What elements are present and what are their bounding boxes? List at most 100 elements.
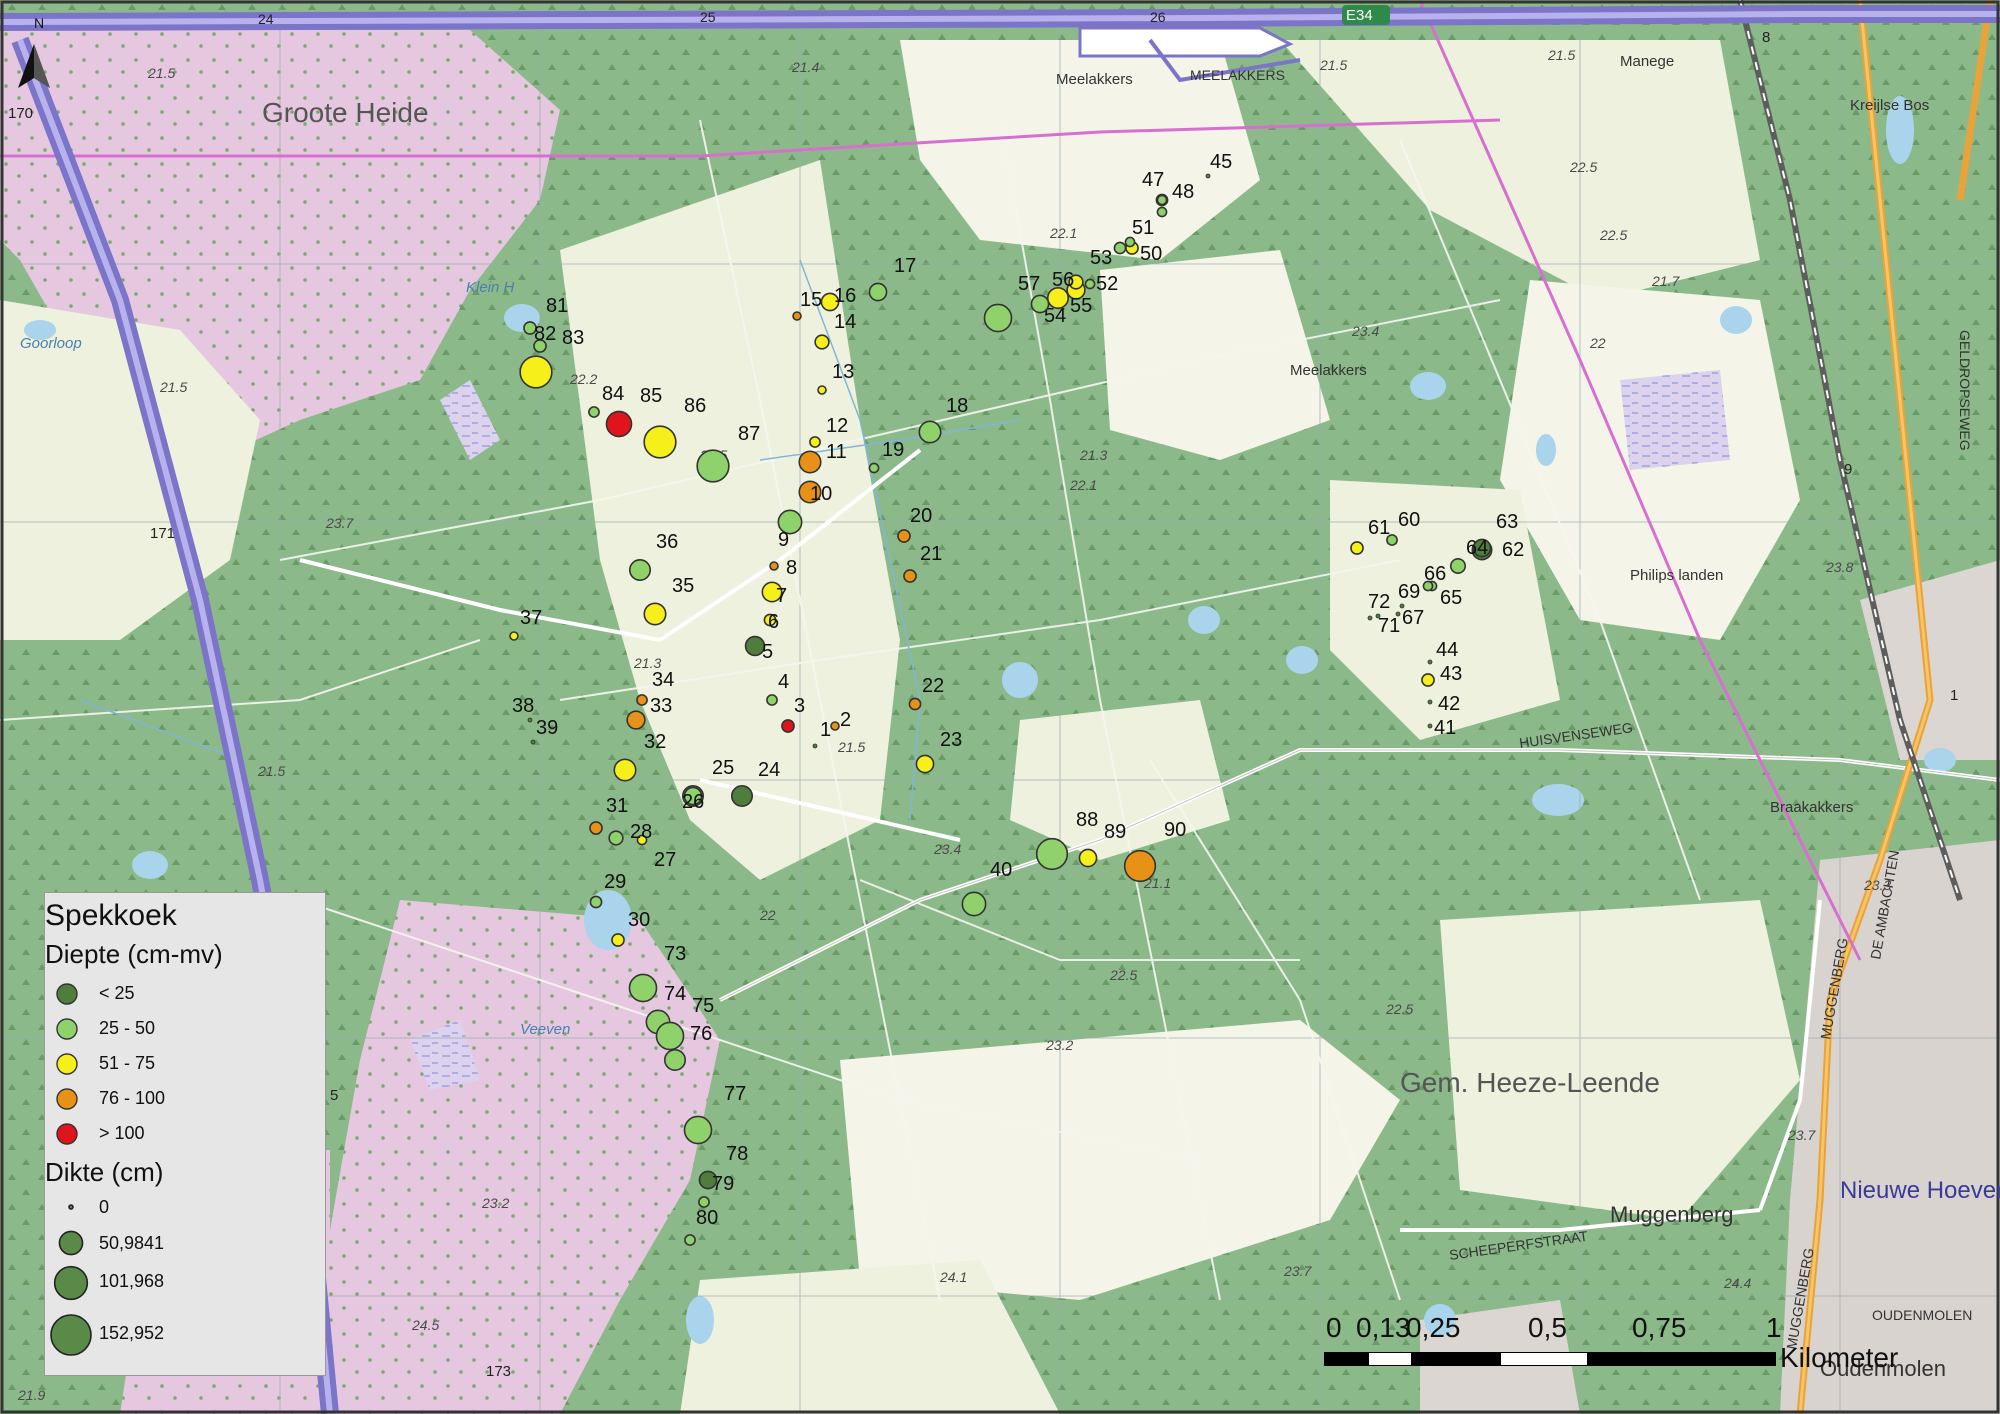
legend-depth-swatch-1: [56, 983, 78, 1005]
place-label-2: MEELAKKERS: [1190, 67, 1285, 83]
place-label-8: Philips landen: [1630, 567, 1723, 584]
elevation-label: 21.5: [159, 379, 187, 395]
sample-point-29: [589, 895, 603, 909]
elevation-label: 21.9: [17, 1387, 45, 1403]
sample-point-17: [868, 282, 888, 302]
sample-label-24: 24: [758, 759, 780, 781]
sample-point-38: [527, 717, 533, 723]
place-label-0: Groote Heide: [262, 97, 429, 128]
legend-depth-label-4: 76 - 100: [99, 1088, 166, 1108]
sample-point-11: [798, 450, 822, 474]
elevation-label: 22.5: [1599, 227, 1627, 243]
scale-unit: Kilometer: [1780, 1342, 1899, 1373]
elevation-label: 21.5: [147, 65, 175, 81]
legend-size-label-2: 50,9841: [99, 1233, 165, 1253]
elevation-label: 23.4: [933, 841, 961, 857]
sample-point-61: [1350, 541, 1364, 555]
road-number-label: 8: [1762, 29, 1770, 46]
sample-point-83: [519, 355, 553, 389]
sample-point-20: [897, 529, 911, 543]
sample-point-75: [655, 1021, 685, 1051]
sample-label-77: 77: [724, 1083, 746, 1105]
scale-segment-3: [1412, 1352, 1500, 1366]
sample-label-12: 12: [826, 415, 848, 437]
sample-point-22: [908, 697, 922, 711]
legend-depth-swatch-5: [56, 1123, 78, 1145]
sample-point-8: [769, 561, 779, 571]
sample-point-32: [613, 758, 637, 782]
sample-point-30: [611, 933, 625, 947]
sample-label-62: 62: [1502, 539, 1524, 561]
water-pond-10: [1188, 606, 1220, 634]
sample-label-52: 52: [1096, 273, 1118, 295]
rest-area: [1078, 26, 1294, 58]
road-number-label: 171: [150, 525, 175, 542]
sample-point-4: [766, 694, 778, 706]
elevation-label: 21.4: [791, 59, 819, 75]
elevation-label: 23.2: [1045, 1037, 1073, 1053]
scale-tick-3: 0,5: [1528, 1312, 1567, 1343]
sample-label-10: 10: [810, 483, 832, 505]
sample-point-53: [1113, 241, 1127, 255]
road-number-label: 173: [486, 1363, 511, 1380]
elevation-label: 22: [1589, 335, 1606, 351]
sample-label-39: 39: [536, 717, 558, 739]
sample-label-8: 8: [786, 557, 797, 579]
place-label-23: 24: [258, 11, 274, 27]
sample-label-83: 83: [562, 327, 584, 349]
elevation-label: 21.5: [1319, 57, 1347, 73]
elevation-label: 23.4: [1351, 323, 1379, 339]
sample-label-47: 47: [1142, 169, 1164, 191]
sample-label-84: 84: [602, 383, 624, 405]
sample-label-20: 20: [910, 505, 932, 527]
place-label-11: Veeven: [520, 1021, 570, 1038]
sample-label-78: 78: [726, 1143, 748, 1165]
sample-label-55: 55: [1070, 295, 1092, 317]
legend-size-label-4: 152,952: [99, 1323, 165, 1343]
sample-label-36: 36: [656, 531, 678, 553]
water-pond-3: [1410, 372, 1446, 400]
elevation-label: 24.1: [939, 1269, 967, 1285]
water-pond-1: [1002, 662, 1038, 698]
legend-depth-swatch-4: [56, 1088, 78, 1110]
legend-depth-label-5: > 100: [99, 1123, 145, 1143]
sample-point-44: [1427, 659, 1433, 665]
sample-label-11: 11: [826, 441, 847, 463]
sample-label-27: 27: [654, 849, 676, 871]
scale-tick-5: 1: [1766, 1312, 1782, 1343]
sample-label-66: 66: [1424, 563, 1446, 585]
scale-tick-2: 0,25: [1406, 1312, 1461, 1343]
sample-label-32: 32: [644, 731, 666, 753]
place-label-20: GELDROPSEWEG: [1957, 330, 1973, 451]
elevation-label: 23.2: [481, 1195, 509, 1211]
sample-label-89: 89: [1104, 821, 1126, 843]
legend-size-swatch-1: [68, 1204, 74, 1210]
elevation-label: 22.1: [1069, 477, 1097, 493]
sample-point-31: [589, 821, 603, 835]
sample-point-77: [683, 1115, 713, 1145]
sample-point-87: [696, 449, 730, 483]
sample-label-29: 29: [604, 871, 626, 893]
sample-label-9: 9: [778, 529, 789, 551]
sample-label-44: 44: [1436, 639, 1458, 661]
sample-point-35: [643, 602, 667, 626]
sample-label-7: 7: [776, 585, 787, 607]
sample-label-31: 31: [606, 795, 628, 817]
sample-label-19: 19: [882, 439, 904, 461]
scale-tick-1: 0,13: [1356, 1312, 1411, 1343]
sample-point-3: [781, 719, 795, 733]
sample-label-45: 45: [1210, 151, 1232, 173]
sample-point-28: [608, 830, 624, 846]
sample-label-4: 4: [778, 671, 789, 693]
sample-point-13: [817, 385, 827, 395]
sample-label-26: 26: [682, 791, 704, 813]
sample-label-67: 67: [1402, 607, 1424, 629]
place-label-25: 26: [1150, 9, 1166, 25]
sample-point-90: [1123, 849, 1157, 883]
sample-label-5: 5: [762, 641, 773, 663]
sample-point-57: [1030, 294, 1050, 314]
elevation-label: 21.3: [1079, 447, 1107, 463]
sample-label-14: 14: [834, 311, 856, 333]
elevation-label: 21.5: [257, 763, 285, 779]
place-label-7: Meelakkers: [1290, 362, 1367, 379]
